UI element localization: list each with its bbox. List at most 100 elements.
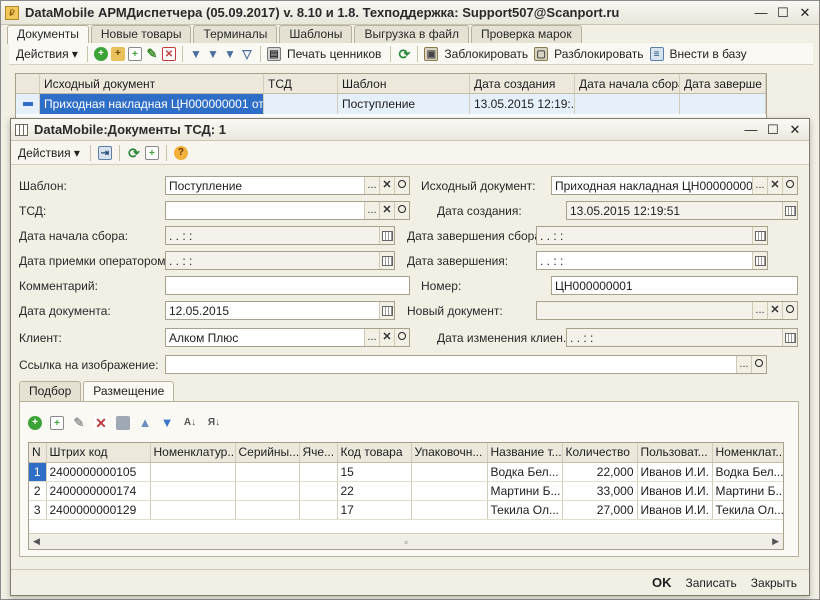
copy-row-icon[interactable]: + [50,416,64,430]
col-packaging[interactable]: Упаковочн... [411,443,488,463]
add-icon[interactable]: + [93,46,108,61]
col-nomenclature-2[interactable]: Номенклат... [712,443,783,463]
calendar-icon[interactable] [752,252,767,269]
scroll-left-icon[interactable]: ◀ [33,536,40,547]
sort-desc-icon[interactable]: Я↓ [206,416,222,430]
clear-icon[interactable]: ✕ [379,202,394,219]
select-button[interactable]: ... [364,202,379,219]
table-row[interactable]: 2 2400000000174 22 Мартини Б... 33,000 И… [29,481,783,501]
col-quantity[interactable]: Количество [562,443,638,463]
table-row[interactable]: 1 2400000000105 15 Водка Бел... 22,000 И… [29,462,783,482]
client-changed-field: . . : : [566,328,798,347]
copy-doc-icon[interactable]: + [144,145,159,160]
col-source-doc[interactable]: Исходный документ [40,74,264,93]
scroll-right-icon[interactable]: ▶ [772,536,779,547]
filter-off-icon[interactable]: ▽ [240,47,254,61]
col-product-name[interactable]: Название т... [487,443,563,463]
doc-date-field[interactable]: 12.05.2015 [165,301,395,320]
dialog-minimize-button[interactable]: — [741,121,761,139]
sort-asc-icon[interactable]: A↓ [182,416,198,430]
scroll-thumb-icon[interactable]: ▫ [404,537,407,547]
filter-history-icon[interactable]: ▼ [223,47,237,61]
finish-field[interactable]: . . : : [536,251,768,270]
print-labels-button[interactable]: Печать ценников [284,47,384,61]
search-icon[interactable] [394,177,409,194]
tab-placement[interactable]: Размещение [83,381,175,402]
refresh-icon[interactable]: ⟳ [397,47,411,61]
table-row[interactable]: Приходная накладная ЦН000000001 от ... П… [16,94,766,114]
unlock-button[interactable]: Разблокировать [551,47,646,61]
dialog-maximize-button[interactable]: ☐ [763,121,783,139]
dialog-close-button[interactable]: ✕ [785,121,805,139]
col-user[interactable]: Пользоват... [637,443,713,463]
to-database-button[interactable]: Внести в базу [667,47,750,61]
tab-export-file[interactable]: Выгрузка в файл [354,25,469,43]
edit-row-icon[interactable]: ✎ [72,416,86,430]
move-down-icon[interactable]: ▼ [160,416,174,430]
tab-check-marks[interactable]: Проверка марок [470,25,582,43]
number-field[interactable]: ЦН000000001 [551,276,798,295]
select-button[interactable]: ... [364,177,379,194]
tsd-label: ТСД: [19,204,47,218]
select-button[interactable]: ... [752,177,767,194]
tab-documents[interactable]: Документы [7,25,89,44]
tab-templates[interactable]: Шаблоны [279,25,353,43]
close-button[interactable]: ✕ [795,4,815,22]
filter-icon[interactable]: ▼ [189,47,203,61]
comment-field[interactable] [165,276,410,295]
end-edit-icon[interactable] [116,416,130,430]
post-icon[interactable]: ⇥ [97,145,112,160]
tab-new-goods[interactable]: Новые товары [90,25,192,43]
col-tsd[interactable]: ТСД [264,74,338,93]
horizontal-scrollbar[interactable]: ◀ ▫ ▶ [29,533,783,549]
search-icon[interactable] [394,329,409,346]
image-link-field[interactable]: ... [165,355,767,374]
search-icon[interactable] [394,202,409,219]
clear-icon[interactable]: ✕ [379,329,394,346]
template-label: Шаблон: [19,179,67,193]
reread-icon[interactable]: ⟳ [127,146,141,160]
move-up-icon[interactable]: ▲ [138,416,152,430]
col-barcode[interactable]: Штрих код [46,443,151,463]
col-n[interactable]: N [29,443,47,463]
add-row-icon[interactable]: + [28,416,42,430]
clear-icon[interactable]: ✕ [379,177,394,194]
source-doc-field[interactable]: Приходная накладная ЦН000000001 от ... .… [551,176,798,195]
col-cell[interactable]: Яче... [299,443,338,463]
dialog-actions-menu[interactable]: Действия ▾ [15,146,83,160]
search-icon[interactable] [751,356,766,373]
close-dialog-button[interactable]: Закрыть [751,576,797,590]
calendar-icon [379,252,394,269]
actions-menu[interactable]: Действия ▾ [13,47,81,61]
search-icon[interactable] [782,177,797,194]
delete-row-icon[interactable]: ✕ [94,416,108,430]
tsd-field[interactable]: ... ✕ [165,201,410,220]
table-row[interactable]: 3 2400000000129 17 Текила Ол... 27,000 И… [29,500,783,520]
edit-icon[interactable]: ✎ [145,46,159,61]
filter-by-value-icon[interactable]: ▼ [206,47,220,61]
col-serial[interactable]: Серийны... [235,443,300,463]
ok-button[interactable]: OK [652,575,672,590]
client-field[interactable]: Алком Плюс ... ✕ [165,328,410,347]
col-template[interactable]: Шаблон [338,74,470,93]
delete-icon[interactable]: ✕ [161,46,176,61]
col-product-code[interactable]: Код товара [337,443,412,463]
lock-button[interactable]: Заблокировать [441,47,531,61]
select-button[interactable]: ... [736,356,751,373]
template-field[interactable]: Поступление ... ✕ [165,176,410,195]
help-icon[interactable]: ? [173,145,188,160]
calendar-icon[interactable] [379,302,394,319]
tab-selection[interactable]: Подбор [19,381,82,401]
save-button[interactable]: Записать [686,576,737,590]
maximize-button[interactable]: ☐ [773,4,793,22]
select-button[interactable]: ... [364,329,379,346]
clear-icon[interactable]: ✕ [767,177,782,194]
col-finish[interactable]: Дата заверше [680,74,766,93]
col-nomenclature[interactable]: Номенклатур... [150,443,236,463]
copy-icon[interactable]: + [127,46,142,61]
add-folder-icon[interactable]: + [110,46,125,61]
col-collect-start[interactable]: Дата начала сбора [575,74,680,93]
minimize-button[interactable]: — [751,4,771,22]
tab-terminals[interactable]: Терминалы [193,25,278,43]
col-created[interactable]: Дата создания [470,74,575,93]
